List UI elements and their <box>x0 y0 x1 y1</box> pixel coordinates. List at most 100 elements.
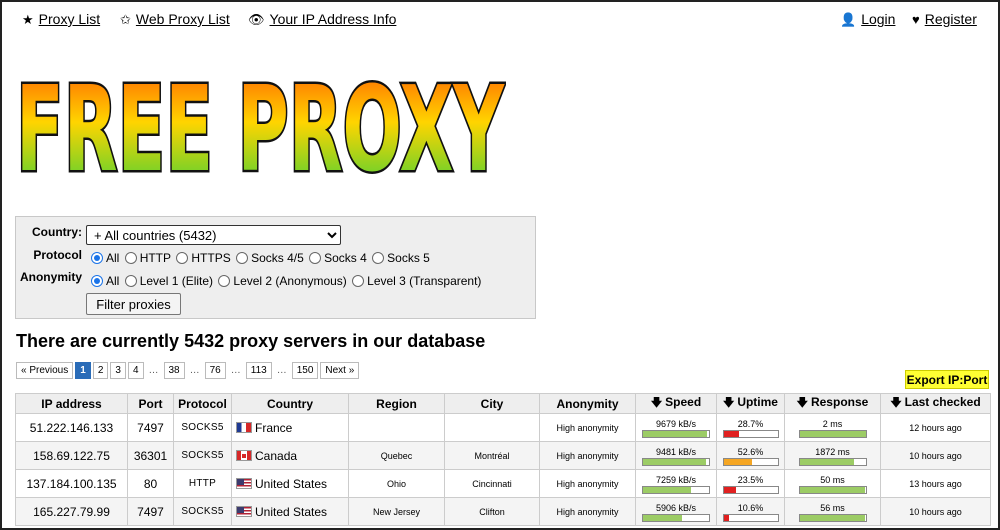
star-icon: ★ <box>22 12 34 27</box>
col-uptime[interactable]: 🡇 Uptime <box>716 393 785 414</box>
user-icon: 👤 <box>840 12 857 27</box>
response-value: 56 ms <box>820 502 845 513</box>
anonymity-radio-elite[interactable]: Level 1 (Elite) <box>124 274 213 288</box>
response-bar <box>798 485 867 494</box>
uptime-value: 10.6% <box>737 502 764 513</box>
anonymity-radio-anonymous[interactable]: Level 2 (Anonymous) <box>218 274 347 288</box>
cell-country-label: United States <box>255 476 328 491</box>
filter-panel: Country: + All countries (5432) Protocol… <box>15 216 536 319</box>
response-bar <box>798 457 867 466</box>
speed-value: 9481 kB/s <box>655 446 697 457</box>
sort-down-arrow-icon: 🡇 <box>650 397 663 409</box>
pager-previous[interactable]: « Previous <box>16 362 74 379</box>
col-region[interactable]: Region <box>348 393 445 414</box>
cell-protocol: SOCKS5 <box>173 497 232 526</box>
response-bar <box>798 513 867 522</box>
pager-page-1[interactable]: 1 <box>75 362 91 379</box>
pager-page-76[interactable]: 76 <box>204 362 226 379</box>
col-ip[interactable]: IP address <box>15 393 128 414</box>
protocol-radio-socks4[interactable]: Socks 4 <box>309 251 367 265</box>
cell-speed: 5906 kB/s <box>635 497 717 526</box>
protocol-radio-https[interactable]: HTTPS <box>176 251 231 265</box>
cell-country: France <box>231 413 349 442</box>
cell-ip: 158.69.122.75 <box>15 441 128 470</box>
protocol-options: All HTTP HTTPS Socks 4/5 Socks 4 Socks 5 <box>91 251 432 265</box>
cell-last-checked: 10 hours ago <box>880 441 991 470</box>
anonymity-radio-all[interactable]: All <box>91 274 119 288</box>
export-ip-port-button[interactable]: Export IP:Port <box>905 370 989 389</box>
cell-country: United States <box>231 469 349 498</box>
speed-bar <box>642 485 710 494</box>
col-response[interactable]: 🡇 Response <box>784 393 881 414</box>
cell-region <box>348 413 445 442</box>
eye-icon: 👁 <box>248 12 265 27</box>
nav-proxy-list[interactable]: ★ Proxy List <box>22 11 100 28</box>
uptime-value: 28.7% <box>737 418 764 429</box>
anonymity-radio-transparent[interactable]: Level 3 (Transparent) <box>352 274 481 288</box>
nav-ip-info-label: Your IP Address Info <box>269 11 397 27</box>
speed-value: 9679 kB/s <box>655 418 697 429</box>
country-label: Country: <box>32 225 82 239</box>
cell-port: 7497 <box>127 413 174 442</box>
uptime-bar <box>722 513 779 522</box>
country-select[interactable]: + All countries (5432) <box>86 225 341 245</box>
cell-anonymity: High anonymity <box>539 469 636 498</box>
pager-ellipsis: … <box>189 365 200 376</box>
protocol-radio-socks45[interactable]: Socks 4/5 <box>236 251 304 265</box>
cell-city: Cincinnati <box>444 469 540 498</box>
pager-page-38[interactable]: 38 <box>163 362 185 379</box>
col-protocol[interactable]: Protocol <box>173 393 232 414</box>
cell-port: 7497 <box>127 497 174 526</box>
uptime-bar <box>722 485 779 494</box>
pager-page-4[interactable]: 4 <box>127 362 144 379</box>
cell-ip: 137.184.100.135 <box>15 469 128 498</box>
pager-page-113[interactable]: 113 <box>245 362 272 379</box>
protocol-radio-all[interactable]: All <box>91 251 119 265</box>
speed-value: 7259 kB/s <box>655 474 697 485</box>
nav-register[interactable]: ♥ Register <box>912 11 977 27</box>
pager-page-2[interactable]: 2 <box>92 362 109 379</box>
nav-ip-info[interactable]: 👁 Your IP Address Info <box>248 11 396 28</box>
filter-proxies-button[interactable]: Filter proxies <box>86 293 181 315</box>
protocol-radio-http[interactable]: HTTP <box>124 251 171 265</box>
cell-city <box>444 413 540 442</box>
anonymity-options: All Level 1 (Elite) Level 2 (Anonymous) … <box>91 274 483 288</box>
col-anonymity[interactable]: Anonymity <box>539 393 636 414</box>
uptime-bar <box>722 429 779 438</box>
country-flag-icon <box>236 505 252 517</box>
col-last-checked[interactable]: 🡇 Last checked <box>880 393 991 414</box>
pager-ellipsis: … <box>276 365 287 376</box>
speed-bar <box>642 429 710 438</box>
cell-protocol: SOCKS5 <box>173 441 232 470</box>
nav-web-proxy-list[interactable]: ✩ Web Proxy List <box>120 11 230 28</box>
cell-uptime: 23.5% <box>716 469 785 498</box>
nav-proxy-list-label: Proxy List <box>38 11 101 27</box>
col-country[interactable]: Country <box>231 393 349 414</box>
col-port[interactable]: Port <box>127 393 174 414</box>
col-city[interactable]: City <box>444 393 540 414</box>
cell-last-checked: 13 hours ago <box>880 469 991 498</box>
free-proxy-logo: FREE PROXY <box>16 58 506 191</box>
pager-next[interactable]: Next » <box>320 362 360 379</box>
pager-page-150[interactable]: 150 <box>291 362 319 379</box>
pager-page-3[interactable]: 3 <box>110 362 126 379</box>
uptime-bar <box>722 457 779 466</box>
nav-login[interactable]: 👤 Login <box>840 11 895 28</box>
top-nav: ★ Proxy List ✩ Web Proxy List 👁 Your IP Add… <box>22 11 982 31</box>
nav-login-label: Login <box>861 11 896 27</box>
nav-register-label: Register <box>924 11 977 27</box>
proxy-table: IP address Port Protocol Country Region … <box>15 393 991 526</box>
speed-bar <box>642 513 710 522</box>
sort-down-arrow-icon: 🡇 <box>890 397 902 409</box>
uptime-value: 23.5% <box>737 474 764 485</box>
pager-ellipsis: … <box>230 365 241 376</box>
country-flag-icon <box>236 421 252 433</box>
table-header-row: IP address Port Protocol Country Region … <box>15 393 991 414</box>
sort-down-arrow-icon: 🡇 <box>723 397 735 409</box>
cell-anonymity: High anonymity <box>539 413 636 442</box>
col-speed[interactable]: 🡇 Speed <box>635 393 717 414</box>
cell-ip: 165.227.79.99 <box>15 497 128 526</box>
speed-bar <box>642 457 710 466</box>
protocol-radio-socks5[interactable]: Socks 5 <box>372 251 430 265</box>
response-bar <box>798 429 867 438</box>
